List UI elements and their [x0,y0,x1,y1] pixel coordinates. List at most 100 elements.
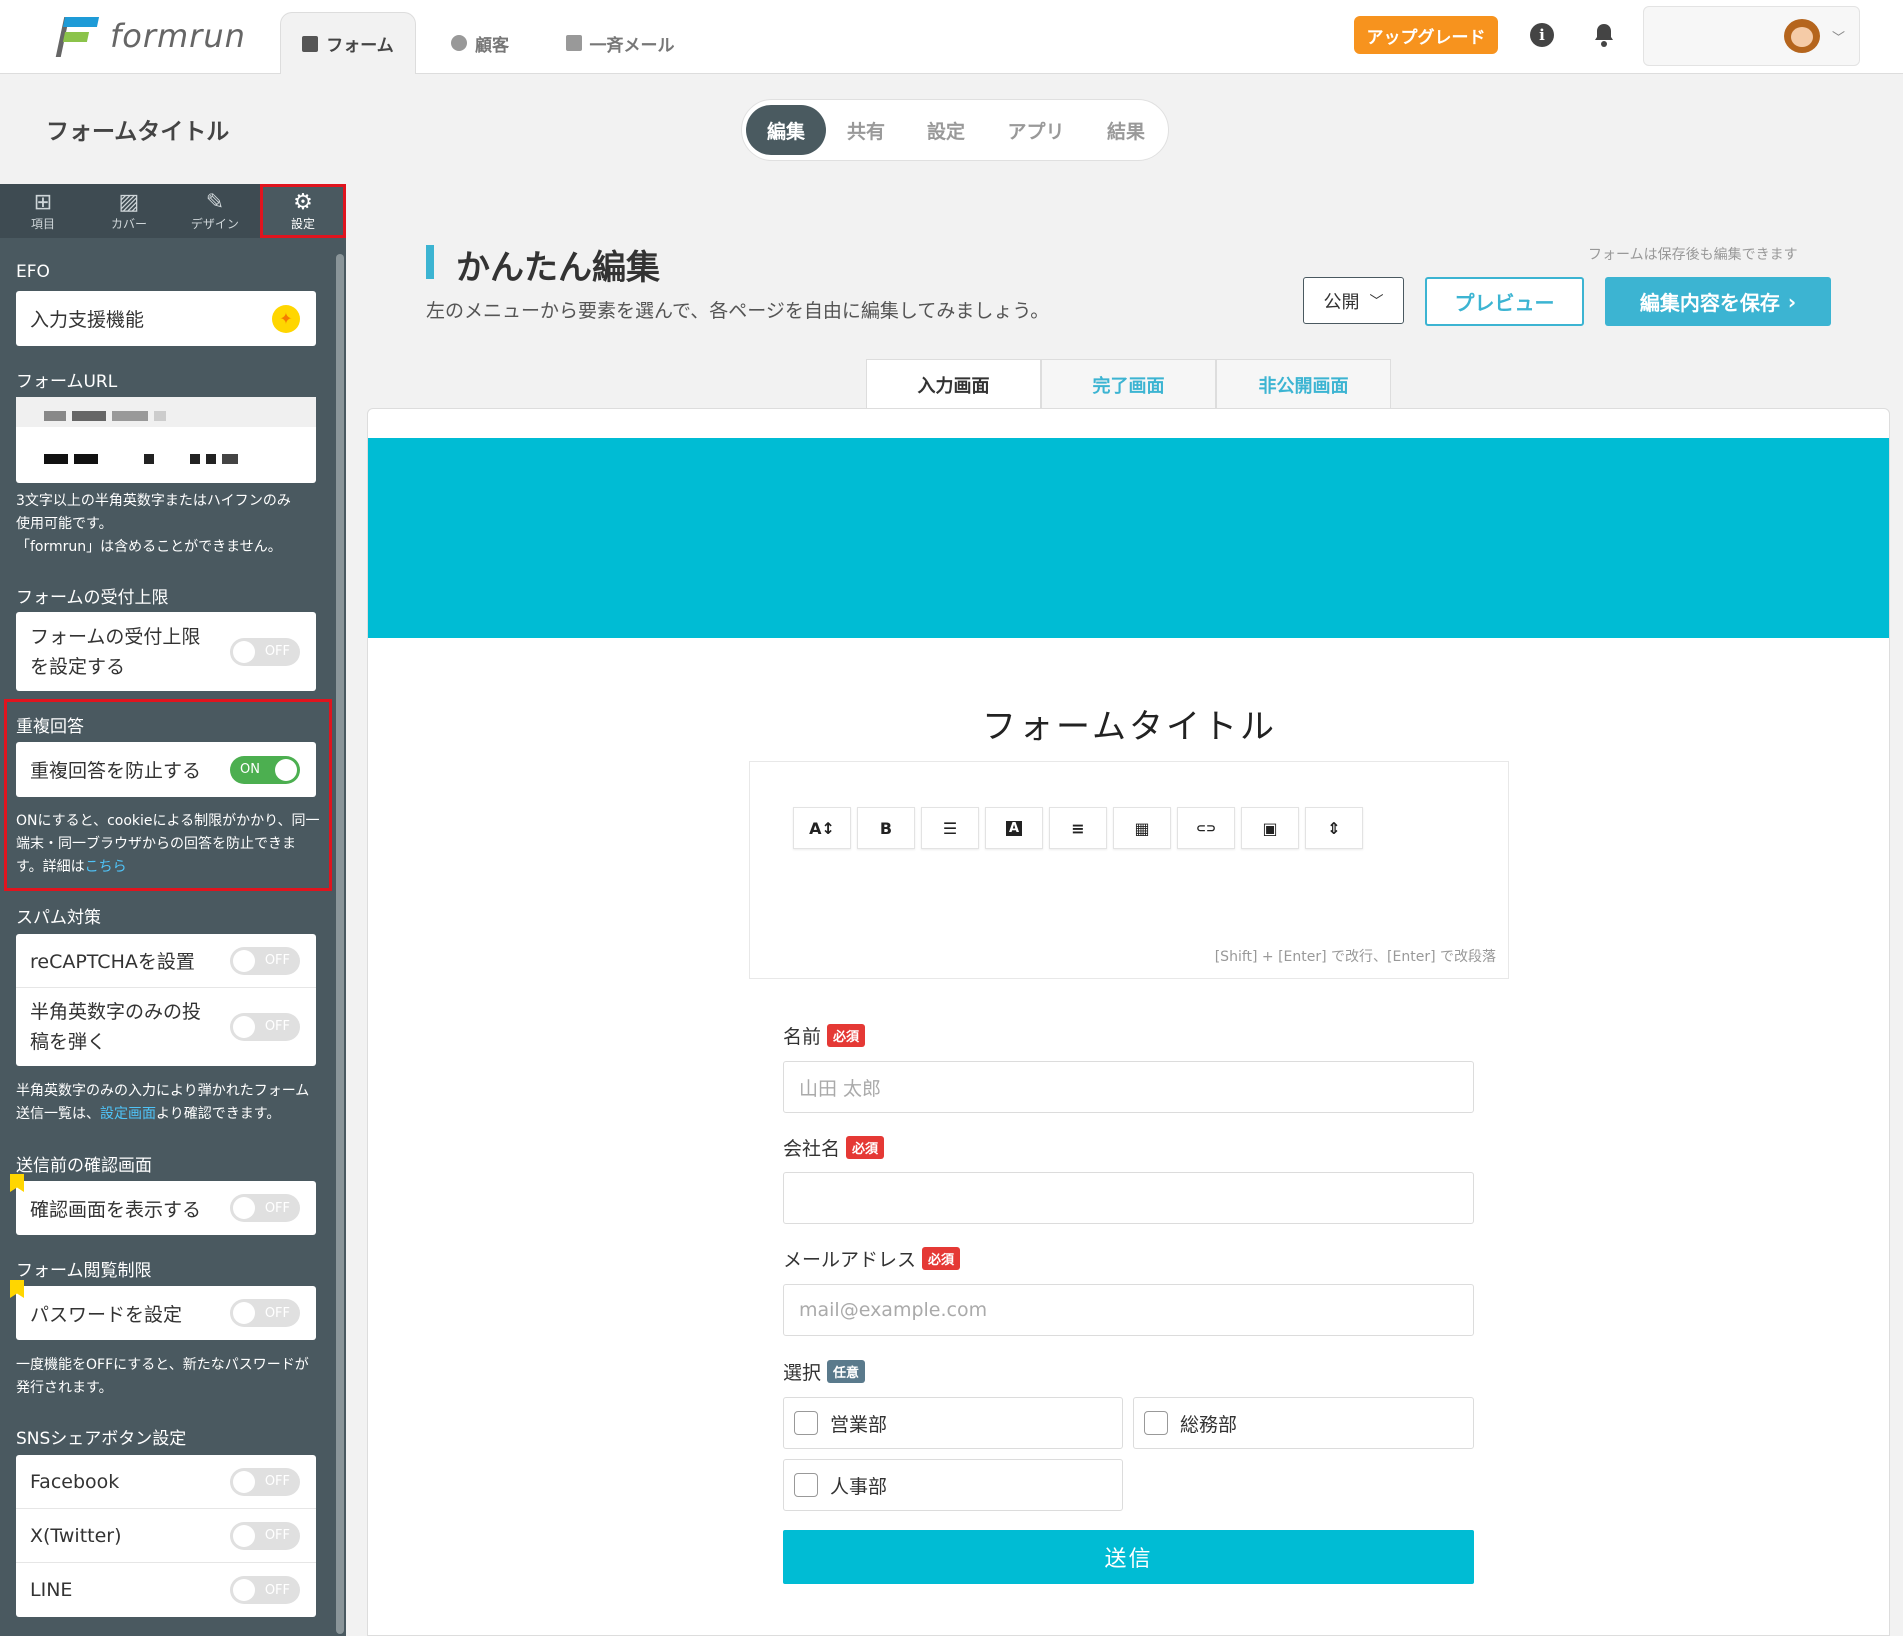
sidebar-tab-cover[interactable]: ▨ カバー [86,184,172,238]
section-title-form-url: フォームURL [16,372,118,392]
checkbox-general-affairs[interactable]: 総務部 [1133,1397,1474,1449]
seg-tab-results[interactable]: 結果 [1086,105,1166,155]
efo-row[interactable]: 入力支援機能 ✦ [16,291,316,346]
avatar [1784,19,1820,53]
checkbox-box [794,1473,818,1497]
nav-tab-label: 顧客 [475,35,509,56]
password-toggle[interactable]: OFF [230,1299,300,1327]
sidebar-tab-settings[interactable]: ⚙ 設定 [259,184,347,238]
field-label-company: 会社名 必須 [783,1134,885,1161]
spam-settings-link[interactable]: 設定画面 [100,1106,156,1122]
publish-select[interactable]: 公開 ﹀ [1303,277,1404,324]
editor-description: 左のメニューから要素を選んで、各ページを自由に編集してみましょう。 [426,300,1050,322]
font-size-icon[interactable]: A↕ [793,807,851,849]
bold-icon[interactable]: B [857,807,915,849]
confirm-row: 確認画面を表示する OFF [16,1181,316,1235]
seg-tab-edit[interactable]: 編集 [746,105,826,155]
sidebar-tabs: ⊞ 項目 ▨ カバー ✎ デザイン ⚙ 設定 [0,184,347,238]
list-icon[interactable]: ☰ [921,807,979,849]
line-toggle[interactable]: OFF [230,1576,300,1604]
facebook-label: Facebook [30,1470,120,1493]
required-badge: 必須 [827,1024,866,1047]
save-button[interactable]: 編集内容を保存 › [1605,277,1831,326]
company-input[interactable] [783,1172,1474,1224]
formrun-logo[interactable]: formrun [55,14,246,58]
info-icon[interactable]: i [1530,23,1554,47]
form-url-help: 3文字以上の半角英数字またはハイフンのみ 使用可能です。 「formrun」は含… [16,493,291,555]
form-url-input[interactable] [16,427,316,483]
sidebar-tab-label: デザイン [190,216,239,231]
checkbox-hr[interactable]: 人事部 [783,1459,1123,1511]
save-note: フォームは保存後も編集できます [1588,247,1798,263]
limit-card: フォームの受付上限を設定する OFF [16,612,316,691]
line-row: LINE OFF [16,1563,316,1617]
sidebar-scrollbar[interactable] [336,254,344,1634]
bell-icon[interactable] [1592,22,1616,48]
nav-tab-bulk-mail[interactable]: 一斉メール [555,12,685,74]
chevron-down-icon: ﹀ [1369,293,1384,310]
preview-button[interactable]: プレビュー [1425,277,1584,326]
top-header: formrun フォーム 顧客 一斉メール アップグレード i ﹀ [0,0,1903,74]
tab-private-screen[interactable]: 非公開画面 [1216,359,1391,409]
chevron-down-icon: ﹀ [1832,31,1846,46]
plus-square-icon: ⊞ [33,189,53,215]
nav-tab-form[interactable]: フォーム [280,12,416,74]
sidebar-tab-items[interactable]: ⊞ 項目 [0,184,86,238]
alnum-block-toggle[interactable]: OFF [230,1013,300,1041]
image-icon[interactable]: ▣ [1241,807,1299,849]
tab-complete-screen[interactable]: 完了画面 [1041,359,1216,409]
logo-mark-icon [55,15,100,57]
email-input[interactable]: mail@example.com [783,1284,1474,1336]
table-icon[interactable]: ▦ [1113,807,1171,849]
mail-icon [565,35,582,51]
seg-tab-settings[interactable]: 設定 [906,105,986,155]
facebook-toggle[interactable]: OFF [230,1467,300,1496]
name-input[interactable]: 山田 太郎 [783,1061,1474,1113]
efo-card: 入力支援機能 ✦ [16,291,316,346]
view-limit-help: 一度機能をOFFにすると、新たなパスワードが発行されます。 [16,1357,309,1396]
sns-card: Facebook OFF X(Twitter) OFF LINE OFF [16,1455,316,1617]
spam-card: reCAPTCHAを設置 OFF 半角英数字のみの投稿を弾く OFF [16,934,316,1066]
form-title[interactable]: フォームタイトル [368,699,1889,748]
seg-tab-apps[interactable]: アプリ [986,105,1086,155]
align-icon[interactable]: ≡ [1049,807,1107,849]
twitter-label: X(Twitter) [30,1524,122,1547]
recaptcha-toggle[interactable]: OFF [230,946,300,975]
confirm-label: 確認画面を表示する [30,1198,202,1221]
password-row: パスワードを設定 OFF [16,1286,316,1340]
section-title-view-limit: フォーム閲覧制限 [16,1261,152,1281]
optional-badge: 任意 [827,1360,866,1383]
limit-toggle[interactable]: OFF [230,637,300,666]
cover-image[interactable] [368,438,1889,638]
field-label-select: 選択 任意 [783,1358,866,1385]
nav-tab-customers[interactable]: 顧客 [430,12,530,74]
twitter-toggle[interactable]: OFF [230,1521,300,1550]
checkbox-box [1144,1411,1168,1435]
seg-tab-share[interactable]: 共有 [826,105,906,155]
nav-tab-label: フォーム [326,36,394,56]
form-canvas: フォームタイトル A↕ B ☰ A ≡ ▦ ⊂⊃ ▣ ⇕ [Shift] + [… [367,408,1890,1636]
rich-text-editor[interactable]: A↕ B ☰ A ≡ ▦ ⊂⊃ ▣ ⇕ [Shift] + [Enter] で改… [749,761,1509,979]
spam-help: 半角英数字のみの入力により弾かれたフォーム送信一覧は、設定画面より確認できます。 [16,1083,310,1122]
upgrade-button[interactable]: アップグレード [1354,16,1498,54]
checkbox-sales[interactable]: 営業部 [783,1397,1123,1449]
confirm-toggle[interactable]: OFF [230,1194,300,1222]
divider-icon[interactable]: ⇕ [1305,807,1363,849]
checkbox-label: 営業部 [830,1413,888,1436]
sidebar-tab-label: カバー [110,216,147,231]
sidebar-tab-design[interactable]: ✎ デザイン [172,184,258,238]
field-label-name: 名前 必須 [783,1022,866,1049]
editor-hint: [Shift] + [Enter] で改行、[Enter] で改段落 [1214,949,1496,965]
checkbox-box [794,1411,818,1435]
tab-input-screen[interactable]: 入力画面 [866,359,1041,410]
limit-label: フォームの受付上限を設定する [30,625,201,678]
text-color-icon[interactable]: A [985,807,1043,849]
password-label: パスワードを設定 [30,1303,183,1326]
link-icon[interactable]: ⊂⊃ [1177,807,1235,849]
editor-title: かんたん編集 [456,248,660,288]
section-title-spam: スパム対策 [16,908,101,928]
submit-button[interactable]: 送信 [783,1530,1474,1584]
gear-icon: ⚙ [293,189,313,215]
field-label-email: メールアドレス 必須 [783,1245,961,1272]
user-menu[interactable]: ﹀ [1643,6,1860,66]
